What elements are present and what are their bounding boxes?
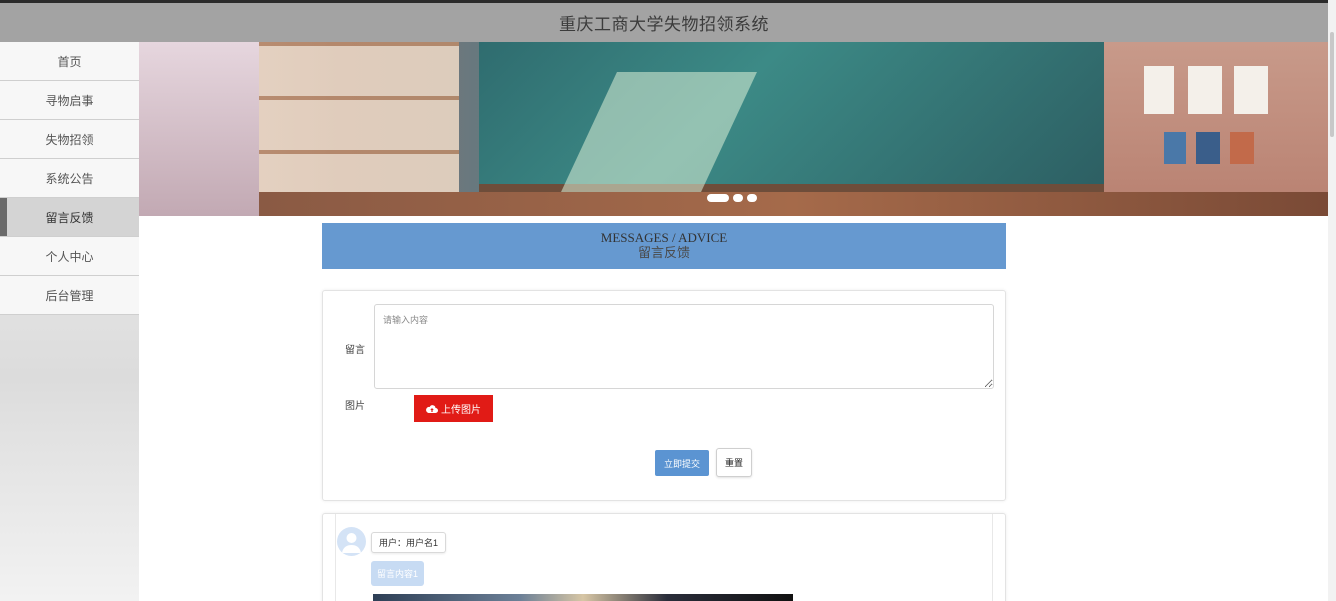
- section-header: MESSAGES / ADVICE 留言反馈: [322, 223, 1006, 269]
- banner-bookshelf: [259, 42, 459, 216]
- banner-poster: [1230, 132, 1254, 164]
- banner-notice-paper: [1234, 66, 1268, 114]
- sidebar-item-announcements[interactable]: 系统公告: [0, 159, 139, 198]
- banner-carousel: [139, 42, 1328, 216]
- upload-image-label: 上传图片: [441, 405, 481, 416]
- message-list-item: 用户：用户名1 留言内容1: [322, 513, 1006, 601]
- app-header: 重庆工商大学失物招领系统: [0, 0, 1328, 42]
- sidebar-item-admin[interactable]: 后台管理: [0, 276, 139, 315]
- sidebar-item-lost-notice[interactable]: 寻物启事: [0, 81, 139, 120]
- submit-label: 立即提交: [663, 458, 700, 469]
- sidebar-item-found-items[interactable]: 失物招领: [0, 120, 139, 159]
- sidebar-item-label: 失物招领: [45, 132, 94, 147]
- message-input[interactable]: [374, 304, 994, 389]
- banner-poster: [1196, 132, 1220, 164]
- banner-floor: [259, 192, 1328, 216]
- message-content: 留言内容1: [371, 561, 425, 586]
- sidebar-item-profile[interactable]: 个人中心: [0, 237, 139, 276]
- divider: [992, 514, 993, 601]
- banner-poster: [1164, 132, 1186, 164]
- user-avatar-icon: [337, 527, 366, 556]
- sidebar-item-label: 寻物启事: [45, 93, 94, 108]
- sidebar-item-feedback[interactable]: 留言反馈: [0, 198, 139, 237]
- divider: [335, 514, 336, 601]
- sidebar-item-home[interactable]: 首页: [0, 42, 139, 81]
- cloud-upload-icon: [426, 404, 438, 413]
- image-label: 图片: [345, 401, 365, 412]
- banner-notice-paper: [1144, 66, 1174, 114]
- app-title: 重庆工商大学失物招领系统: [559, 15, 769, 35]
- carousel-dot[interactable]: [707, 194, 729, 202]
- sidebar-item-label: 留言反馈: [45, 210, 94, 225]
- sidebar-item-label: 个人中心: [45, 249, 94, 264]
- section-title-en: MESSAGES / ADVICE: [600, 230, 728, 245]
- feedback-form: 留言 图片 上传图片 立即提交 重置: [322, 290, 1006, 501]
- message-user: 用户：用户名1: [371, 532, 447, 553]
- message-image: [373, 594, 793, 601]
- submit-button[interactable]: 立即提交: [655, 450, 709, 476]
- reset-button[interactable]: 重置: [716, 448, 752, 477]
- sidebar: 首页 寻物启事 失物招领 系统公告 留言反馈 个人中心 后台管理: [0, 42, 139, 601]
- carousel-indicators: [707, 194, 757, 202]
- banner-notice-paper: [1188, 66, 1222, 114]
- banner-wall: [1104, 42, 1328, 216]
- reset-label: 重置: [724, 458, 743, 468]
- page-scrollbar[interactable]: [1328, 0, 1336, 601]
- message-label: 留言: [345, 345, 365, 356]
- upload-image-button[interactable]: 上传图片: [414, 395, 493, 422]
- avatar-silhouette-icon: [342, 533, 361, 553]
- carousel-dot[interactable]: [733, 194, 743, 202]
- sidebar-item-label: 后台管理: [45, 288, 94, 303]
- scrollbar-thumb[interactable]: [1330, 32, 1334, 137]
- section-title-cn: 留言反馈: [637, 246, 690, 261]
- sidebar-item-label: 系统公告: [45, 171, 94, 186]
- banner-window: [139, 42, 259, 216]
- sidebar-item-label: 首页: [57, 54, 82, 69]
- carousel-dot[interactable]: [747, 194, 757, 202]
